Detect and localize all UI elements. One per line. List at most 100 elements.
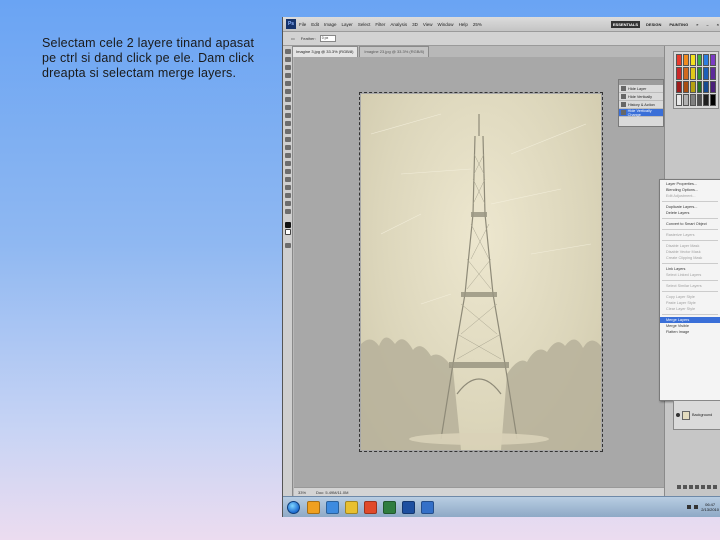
taskbar-app-icon[interactable] bbox=[383, 500, 396, 514]
close-icon[interactable]: × bbox=[715, 21, 720, 28]
color-swatch[interactable] bbox=[682, 80, 689, 93]
menu-analysis[interactable]: Analysis bbox=[390, 22, 407, 27]
clock[interactable]: 06:47 2/13/2010 bbox=[701, 502, 719, 512]
workspace-essentials[interactable]: ESSENTIALS bbox=[610, 20, 641, 28]
color-swatch[interactable] bbox=[696, 54, 703, 67]
color-swatch[interactable] bbox=[696, 93, 703, 106]
color-swatch[interactable] bbox=[676, 67, 682, 80]
more-workspaces-icon[interactable]: » bbox=[694, 21, 700, 28]
context-menu-item[interactable]: Delete Layers bbox=[660, 210, 720, 216]
zoom-tool-icon[interactable] bbox=[284, 209, 291, 214]
list-item-selected[interactable]: Hide Vertically Change bbox=[619, 109, 663, 117]
color-swatch[interactable] bbox=[703, 54, 710, 67]
type-tool-icon[interactable] bbox=[284, 169, 291, 174]
zoom-level[interactable]: 33% bbox=[298, 490, 306, 495]
color-swatch[interactable] bbox=[682, 54, 689, 67]
menu-3d[interactable]: 3D bbox=[412, 22, 418, 27]
color-swatch[interactable] bbox=[676, 93, 682, 106]
feather-field[interactable]: 0 px bbox=[319, 35, 336, 42]
eiffel-tower-photo[interactable] bbox=[359, 92, 603, 452]
list-item[interactable]: Hide Layer bbox=[619, 85, 663, 93]
color-swatch[interactable] bbox=[676, 54, 682, 67]
eyedropper-tool-icon[interactable] bbox=[284, 89, 291, 94]
color-swatch[interactable] bbox=[689, 67, 696, 80]
color-swatch[interactable] bbox=[710, 67, 716, 80]
eye-icon[interactable] bbox=[676, 413, 680, 417]
blur-tool-icon[interactable] bbox=[284, 145, 291, 150]
menu-layer[interactable]: Layer bbox=[342, 22, 353, 27]
shape-tool-icon[interactable] bbox=[284, 185, 291, 190]
tab-document-1[interactable]: Imagine 3.jpg @ 33.3% (RGB/8) bbox=[291, 46, 359, 57]
menu-edit[interactable]: Edit bbox=[311, 22, 319, 27]
brush-tool-icon[interactable] bbox=[284, 105, 291, 110]
mask-icon[interactable] bbox=[689, 485, 693, 489]
color-swatch[interactable] bbox=[689, 93, 696, 106]
quick-select-tool-icon[interactable] bbox=[284, 73, 291, 78]
color-swatch[interactable] bbox=[682, 67, 689, 80]
volume-icon[interactable] bbox=[694, 505, 699, 509]
color-swatch[interactable] bbox=[710, 54, 716, 67]
layer-panel-buttons bbox=[677, 485, 719, 493]
eraser-tool-icon[interactable] bbox=[284, 129, 291, 134]
new-layer-icon[interactable] bbox=[707, 485, 711, 489]
context-menu-item[interactable]: Convert to Smart Object bbox=[660, 221, 720, 227]
color-swatch[interactable] bbox=[703, 80, 710, 93]
fx-icon[interactable] bbox=[683, 485, 687, 489]
background-color-swatch[interactable] bbox=[284, 229, 291, 235]
color-swatch[interactable] bbox=[703, 67, 710, 80]
layer-row[interactable]: Background bbox=[673, 400, 720, 430]
minimize-icon[interactable]: – bbox=[704, 21, 710, 28]
taskbar-app-icon[interactable] bbox=[364, 500, 377, 514]
quick-mask-icon[interactable] bbox=[284, 243, 291, 248]
lasso-tool-icon[interactable] bbox=[284, 65, 291, 70]
foreground-color-swatch[interactable] bbox=[284, 222, 291, 228]
menu-select[interactable]: Select bbox=[358, 22, 371, 27]
workspace-painting[interactable]: PAINTING bbox=[667, 21, 690, 28]
clone-tool-icon[interactable] bbox=[284, 113, 291, 118]
menu-window[interactable]: Window bbox=[438, 22, 454, 27]
marquee-tool-icon[interactable] bbox=[284, 57, 291, 62]
color-swatch[interactable] bbox=[696, 80, 703, 93]
context-menu-item[interactable]: Flatten Image bbox=[660, 329, 720, 335]
hand-tool-icon[interactable] bbox=[284, 201, 291, 206]
color-swatch[interactable] bbox=[710, 80, 716, 93]
history-brush-tool-icon[interactable] bbox=[284, 121, 291, 126]
color-swatch[interactable] bbox=[676, 80, 682, 93]
color-swatch[interactable] bbox=[703, 93, 710, 106]
dodge-tool-icon[interactable] bbox=[284, 153, 291, 158]
link-icon[interactable] bbox=[677, 485, 681, 489]
menu-file[interactable]: File bbox=[299, 22, 306, 27]
healing-tool-icon[interactable] bbox=[284, 97, 291, 102]
adjustment-icon[interactable] bbox=[695, 485, 699, 489]
color-swatch[interactable] bbox=[696, 67, 703, 80]
color-swatch[interactable] bbox=[689, 54, 696, 67]
menu-filter[interactable]: Filter bbox=[375, 22, 385, 27]
taskbar-app-icon[interactable] bbox=[307, 500, 320, 514]
3d-rotate-tool-icon[interactable] bbox=[284, 193, 291, 198]
list-item[interactable]: Hide Vertically bbox=[619, 93, 663, 101]
crop-tool-icon[interactable] bbox=[284, 81, 291, 86]
network-icon[interactable] bbox=[687, 505, 692, 509]
folder-icon[interactable] bbox=[701, 485, 705, 489]
move-tool-icon[interactable] bbox=[284, 49, 291, 54]
start-button[interactable] bbox=[287, 500, 300, 514]
taskbar-app-icon[interactable] bbox=[421, 500, 434, 514]
path-select-tool-icon[interactable] bbox=[284, 177, 291, 182]
color-swatch[interactable] bbox=[710, 93, 716, 106]
menu-view[interactable]: View bbox=[423, 22, 433, 27]
color-swatch[interactable] bbox=[682, 93, 689, 106]
taskbar-app-icon[interactable] bbox=[345, 500, 358, 514]
pen-tool-icon[interactable] bbox=[284, 161, 291, 166]
gradient-tool-icon[interactable] bbox=[284, 137, 291, 142]
taskbar-app-icon[interactable] bbox=[402, 500, 415, 514]
taskbar-app-icon[interactable] bbox=[326, 500, 339, 514]
tab-document-2[interactable]: Imagine 23.jpg @ 33.3% (RGB/8) bbox=[359, 46, 430, 57]
trash-icon[interactable] bbox=[713, 485, 717, 489]
color-swatch[interactable] bbox=[689, 80, 696, 93]
menu-help[interactable]: Help bbox=[459, 22, 468, 27]
marquee-tool-icon[interactable]: ▭ bbox=[291, 36, 295, 41]
canvas-area[interactable] bbox=[294, 57, 664, 487]
zoom-menu[interactable]: 25% bbox=[473, 22, 482, 27]
workspace-design[interactable]: DESIGN bbox=[644, 21, 663, 28]
menu-image[interactable]: Image bbox=[324, 22, 337, 27]
